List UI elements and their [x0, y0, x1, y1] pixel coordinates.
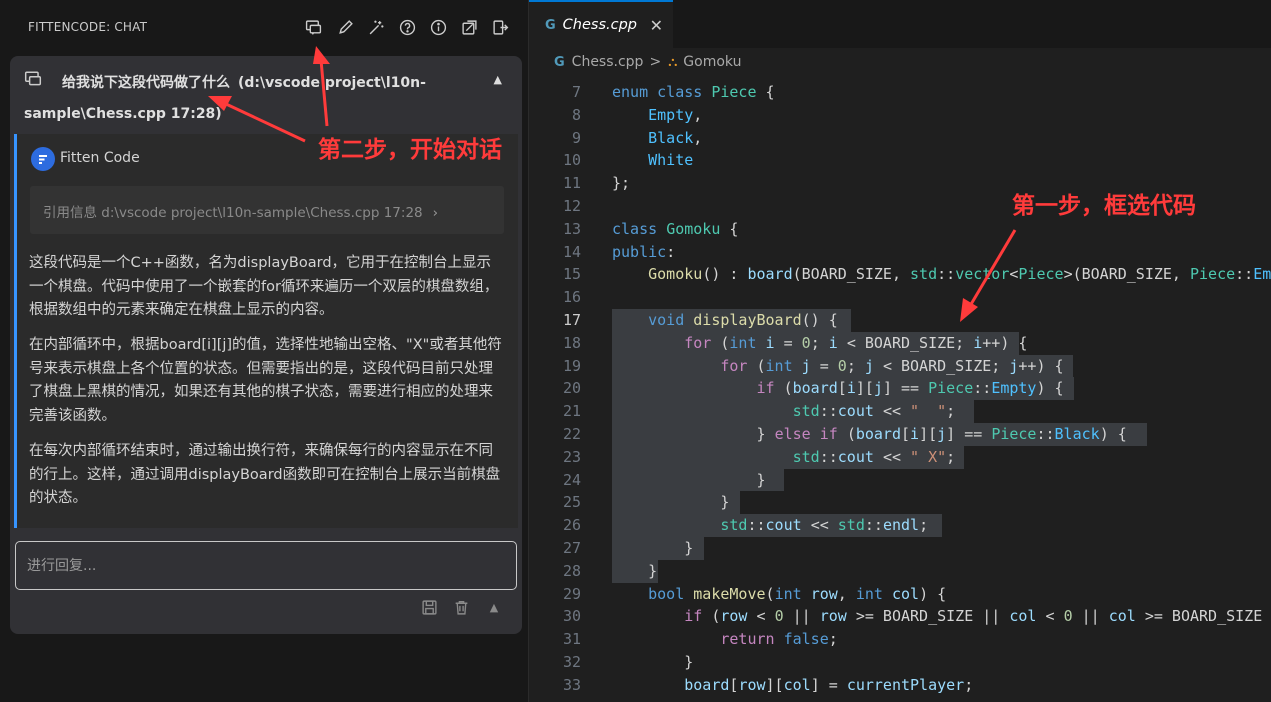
class-symbol-icon: ⛬ [668, 54, 678, 70]
code-line: 14 public: [529, 241, 1271, 264]
question-main: 给我说下这段代码做了什么 [62, 75, 230, 91]
breadcrumb-file[interactable]: Chess.cpp [572, 54, 644, 70]
annotation-step1: 第一步，框选代码 [1012, 193, 1196, 219]
close-icon[interactable]: ✕ [650, 16, 663, 35]
code-line: 19 for (int j = 0; j < BOARD_SIZE; j++) … [529, 355, 1271, 378]
line-number: 18 [562, 333, 581, 352]
line-number: 32 [562, 653, 581, 671]
code-line: 30 if (row < 0 || row >= BOARD_SIZE || c… [529, 605, 1271, 628]
line-number: 9 [571, 128, 581, 147]
breadcrumb-separator: > [649, 54, 662, 70]
line-number: 19 [562, 356, 581, 375]
annotation-step2: 第二步，开始对话 [318, 137, 502, 163]
line-number: 11 [562, 174, 581, 193]
code-line: 24 } [529, 469, 1271, 492]
cpp-file-icon: G [554, 54, 565, 70]
question-text: 给我说下这段代码做了什么 (d:\vscode project\l10n-samp… [24, 68, 494, 130]
code-line: 8 Empty, [529, 104, 1271, 127]
panel-title: FITTENCODE: CHAT [28, 20, 148, 34]
code-line: 9 Black, [529, 127, 1271, 150]
code-line: 28 } [529, 560, 1271, 583]
tab-label: Chess.cpp [562, 17, 638, 33]
code-line: 29 bool makeMove(int row, int col) { [529, 583, 1271, 606]
line-number: 27 [562, 539, 581, 557]
code-line: 31 return false; [529, 628, 1271, 651]
line-number: 25 [562, 493, 581, 512]
code-line: 18 for (int i = 0; i < BOARD_SIZE; i++) … [529, 332, 1271, 355]
line-number: 24 [562, 470, 581, 489]
code-line: 25 } [529, 491, 1271, 514]
exit-icon[interactable] [490, 17, 510, 37]
answer-paragraph: 这段代码是一个C++函数，名为displayBoard，它用于在控制台上显示一个… [29, 255, 499, 318]
save-icon[interactable] [420, 598, 438, 616]
line-number: 29 [562, 584, 581, 603]
code-editor[interactable]: 7 enum class Piece { 8 Empty, 9 Black, 10… [529, 81, 1271, 702]
answer-block: Fitten Code 引用信息 d:\vscode project\l10n-… [14, 134, 518, 528]
line-number: 23 [562, 447, 581, 466]
code-line: 21 std::cout << " "; [529, 400, 1271, 423]
reply-input[interactable] [16, 542, 516, 589]
line-number: 12 [562, 197, 581, 215]
code-line: 20 if (board[i][j] == Piece::Empty) { [529, 377, 1271, 400]
line-number: 16 [562, 288, 581, 307]
line-number: 14 [562, 242, 581, 261]
new-chat-icon[interactable] [303, 17, 323, 37]
export-icon[interactable] [459, 17, 479, 37]
chevron-right-icon: › [432, 205, 439, 221]
panel-header: FITTENCODE: CHAT [0, 0, 528, 56]
line-number: 7 [571, 83, 581, 101]
line-number: 10 [562, 151, 581, 170]
editor-area: G Chess.cpp ✕ G Chess.cpp > ⛬ Gomoku 7 en… [528, 0, 1271, 702]
cpp-file-icon: G [545, 17, 556, 33]
code-line: 27 } [529, 537, 1271, 560]
code-line: 17 void displayBoard() { [529, 309, 1271, 332]
line-number: 30 [562, 607, 581, 626]
code-line: 13 class Gomoku { [529, 218, 1271, 241]
line-number: 26 [562, 516, 581, 535]
answer-author: Fitten Code [60, 150, 140, 166]
breadcrumb-symbol[interactable]: Gomoku [683, 54, 741, 70]
reply-box[interactable] [15, 541, 517, 590]
answer-paragraph: 在内部循环中，根据board[i][j]的值，选择性地输出空格、"X"或者其他符… [29, 337, 502, 424]
breadcrumb: G Chess.cpp > ⛬ Gomoku [554, 52, 741, 72]
help-icon[interactable] [397, 17, 417, 37]
code-line: 7 enum class Piece { [529, 81, 1271, 104]
line-number: 31 [562, 630, 581, 649]
collapse-icon[interactable]: ▲ [494, 73, 502, 86]
line-number: 13 [562, 219, 581, 238]
info-icon[interactable] [428, 17, 448, 37]
line-number: 33 [562, 675, 581, 694]
line-number: 20 [562, 379, 581, 398]
magic-wand-icon[interactable] [366, 17, 386, 37]
line-number: 8 [571, 105, 581, 124]
tab-chess-cpp[interactable]: G Chess.cpp ✕ [529, 0, 673, 48]
trash-icon[interactable] [452, 598, 470, 616]
line-number: 17 [562, 311, 581, 329]
fitten-logo-icon [31, 147, 55, 171]
line-number: 28 [562, 561, 581, 580]
code-line: 10 White [529, 149, 1271, 172]
code-line: 32 } [529, 651, 1271, 674]
tab-bar: G Chess.cpp ✕ [529, 0, 1271, 48]
code-line: 15 Gomoku() : board(BOARD_SIZE, std::vec… [529, 263, 1271, 286]
line-number: 21 [562, 402, 581, 421]
code-line: 22 } else if (board[i][j] == Piece::Blac… [529, 423, 1271, 446]
line-number: 22 [562, 425, 581, 443]
code-line: 16 [529, 286, 1271, 309]
chat-panel: FITTENCODE: CHAT 给我说下这段代码做了什么 (d:\vscode … [0, 0, 528, 702]
answer-paragraph: 在每次内部循环结束时，通过输出换行符，来确保每行的内容显示在不同的行上。这样，通… [29, 443, 501, 506]
line-number: 15 [562, 265, 581, 284]
reference-info[interactable]: 引用信息 d:\vscode project\l10n-sample\Chess… [30, 186, 504, 234]
collapse-up-icon[interactable]: ▲ [485, 598, 503, 616]
edit-icon[interactable] [335, 17, 355, 37]
code-line: 26 std::cout << std::endl; [529, 514, 1271, 537]
code-line: 23 std::cout << " X"; [529, 446, 1271, 469]
code-line: 33 board[row][col] = currentPlayer; [529, 674, 1271, 697]
reference-text: 引用信息 d:\vscode project\l10n-sample\Chess… [43, 205, 423, 221]
